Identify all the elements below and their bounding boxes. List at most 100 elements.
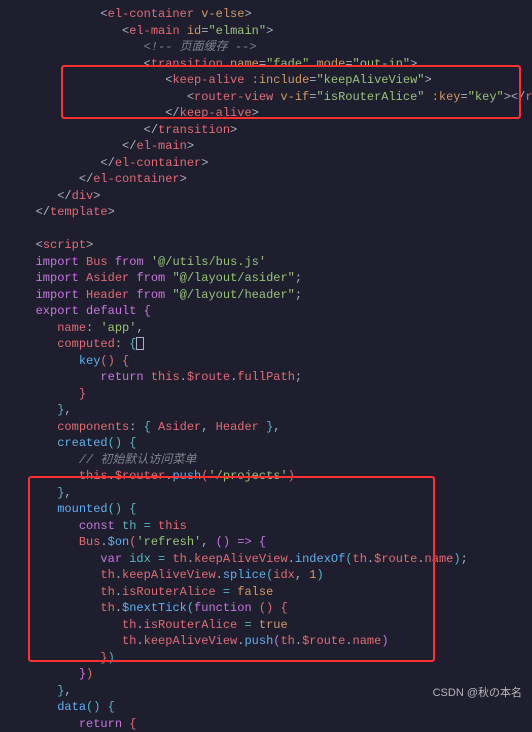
- code-line[interactable]: return this.$route.fullPath;: [14, 369, 532, 386]
- code-line[interactable]: th.isRouterAlice = true: [14, 617, 532, 634]
- code-line[interactable]: // 初始默认访问菜单: [14, 452, 532, 469]
- code-line[interactable]: import Header from "@/layout/header";: [14, 287, 532, 304]
- code-line[interactable]: }: [14, 386, 532, 403]
- code-line[interactable]: created() {: [14, 435, 532, 452]
- code-token: indexOf: [295, 552, 345, 566]
- code-token: ;: [295, 288, 302, 302]
- code-token: from: [115, 255, 144, 269]
- code-token: =>: [237, 535, 251, 549]
- code-token: =: [244, 618, 251, 632]
- code-line[interactable]: <keep-alive :include="keepAliveView">: [14, 72, 532, 89]
- code-line[interactable]: var idx = th.keepAliveView.indexOf(th.$r…: [14, 551, 532, 568]
- code-token: =: [461, 90, 468, 104]
- code-line[interactable]: computed: {: [14, 336, 532, 353]
- code-token: >: [252, 106, 259, 120]
- code-token: Bus: [79, 255, 115, 269]
- code-line[interactable]: </el-container>: [14, 155, 532, 172]
- code-token: 'refresh': [136, 535, 201, 549]
- code-line[interactable]: <script>: [14, 237, 532, 254]
- code-token: keep-alive: [180, 106, 252, 120]
- code-line[interactable]: },: [14, 402, 532, 419]
- code-token: >: [410, 57, 417, 71]
- code-token: </: [36, 205, 50, 219]
- code-token: ): [453, 552, 460, 566]
- code-token: 1: [309, 568, 316, 582]
- code-line[interactable]: </el-container>: [14, 171, 532, 188]
- code-token: <: [100, 7, 107, 21]
- code-line[interactable]: [14, 221, 532, 238]
- code-line[interactable]: }): [14, 650, 532, 667]
- code-token: .: [115, 601, 122, 615]
- code-line[interactable]: <router-view v-if="isRouterAlice" :key="…: [14, 89, 532, 106]
- code-line[interactable]: name: 'app',: [14, 320, 532, 337]
- code-line[interactable]: import Bus from '@/utils/bus.js': [14, 254, 532, 271]
- code-line[interactable]: </div>: [14, 188, 532, 205]
- code-token: {: [122, 354, 129, 368]
- code-token: fullPath: [237, 370, 295, 384]
- code-token: >: [230, 123, 237, 137]
- code-editor[interactable]: <el-container v-else> <el-main id="elmai…: [0, 0, 532, 732]
- code-token: mounted: [57, 502, 107, 516]
- code-token: import: [36, 271, 79, 285]
- code-token: ): [108, 651, 115, 665]
- code-token: ,: [136, 321, 143, 335]
- code-line[interactable]: th.$nextTick(function () {: [14, 600, 532, 617]
- code-token: {: [280, 601, 287, 615]
- code-line[interactable]: return {: [14, 716, 532, 732]
- code-token: "key": [468, 90, 504, 104]
- code-token: name: [230, 57, 259, 71]
- code-line[interactable]: },: [14, 485, 532, 502]
- code-line[interactable]: </keep-alive>: [14, 105, 532, 122]
- code-token: splice: [223, 568, 266, 582]
- code-line[interactable]: import Asider from "@/layout/asider";: [14, 270, 532, 287]
- code-token: isRouterAlice: [144, 618, 238, 632]
- code-token: div: [72, 189, 94, 203]
- code-line[interactable]: <transition name="fade" mode="out-in">: [14, 56, 532, 73]
- code-token: </: [122, 139, 136, 153]
- code-line[interactable]: <el-container v-else>: [14, 6, 532, 23]
- code-token: >: [108, 205, 115, 219]
- code-token: .: [288, 552, 295, 566]
- code-token: >: [244, 7, 251, 21]
- code-token: from: [136, 288, 165, 302]
- code-line[interactable]: <!-- 页面缓存 -->: [14, 39, 532, 56]
- code-line[interactable]: data() {: [14, 699, 532, 716]
- code-token: this: [151, 370, 180, 384]
- code-token: >: [266, 24, 273, 38]
- code-token: {: [129, 502, 136, 516]
- code-token: template: [50, 205, 108, 219]
- code-line[interactable]: mounted() {: [14, 501, 532, 518]
- code-line[interactable]: <el-main id="elmain">: [14, 23, 532, 40]
- code-token: [144, 255, 151, 269]
- code-line[interactable]: }): [14, 666, 532, 683]
- code-token: id: [187, 24, 201, 38]
- code-line[interactable]: Bus.$on('refresh', () => {: [14, 534, 532, 551]
- code-token: push: [172, 469, 201, 483]
- code-token: </: [79, 172, 93, 186]
- code-line[interactable]: th.keepAliveView.push(th.$route.name): [14, 633, 532, 650]
- code-line[interactable]: components: { Asider, Header },: [14, 419, 532, 436]
- code-token: <: [144, 57, 151, 71]
- code-line[interactable]: th.isRouterAlice = false: [14, 584, 532, 601]
- code-line[interactable]: key() {: [14, 353, 532, 370]
- code-line[interactable]: this.$router.push('/projects'): [14, 468, 532, 485]
- code-line[interactable]: export default {: [14, 303, 532, 320]
- code-token: key: [79, 354, 101, 368]
- code-token: th: [100, 568, 114, 582]
- code-token: name: [425, 552, 454, 566]
- code-token: .: [136, 618, 143, 632]
- code-token: default: [86, 304, 136, 318]
- code-token: Asider: [151, 420, 201, 434]
- code-token: :key: [432, 90, 461, 104]
- code-token: [180, 24, 187, 38]
- code-line[interactable]: </transition>: [14, 122, 532, 139]
- code-token: ,: [64, 684, 71, 698]
- code-token: th: [115, 519, 144, 533]
- code-line[interactable]: </template>: [14, 204, 532, 221]
- code-line[interactable]: </el-main>: [14, 138, 532, 155]
- code-token: .: [216, 568, 223, 582]
- code-line[interactable]: const th = this: [14, 518, 532, 535]
- code-token: [151, 519, 158, 533]
- code-token: v-if: [280, 90, 309, 104]
- code-line[interactable]: th.keepAliveView.splice(idx, 1): [14, 567, 532, 584]
